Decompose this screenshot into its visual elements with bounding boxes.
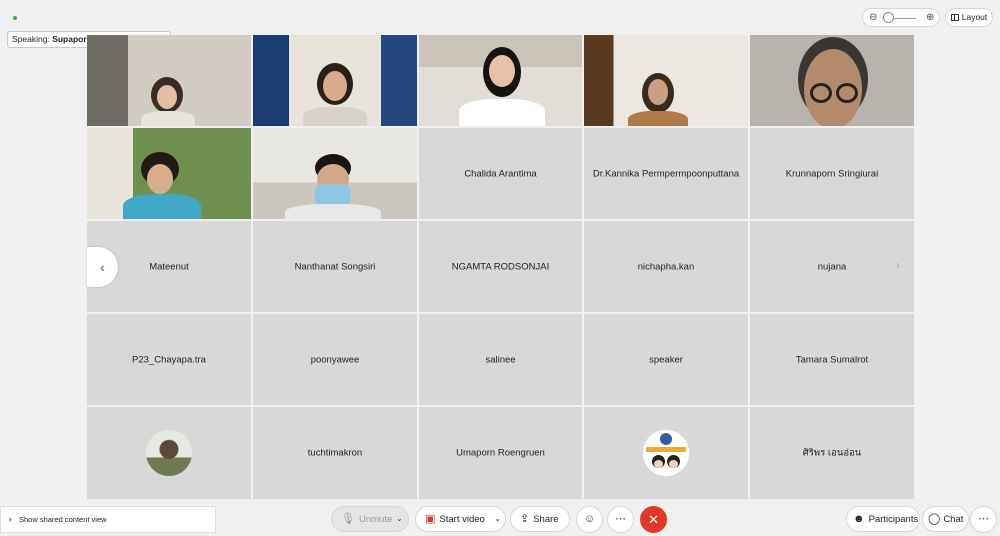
connection-status-dot [13, 16, 17, 20]
participant-video [87, 128, 251, 219]
participant-tile[interactable]: poonyawee [253, 314, 417, 405]
participant-video [87, 35, 251, 126]
participant-name: P23_Chayapa.tra [132, 354, 206, 365]
share-label: Share [533, 514, 559, 525]
participant-name: tuchtimakron [307, 447, 363, 459]
participant-tile[interactable]: tuchtimakron [253, 407, 417, 499]
participant-name: Chalida Arantima [464, 168, 537, 179]
video-tile[interactable] [584, 35, 748, 126]
reactions-icon[interactable]: ☺ [576, 506, 603, 533]
participant-video [253, 128, 417, 219]
share-button[interactable]: ⇪ Share [510, 506, 570, 532]
chevron-right-icon: › [8, 514, 12, 524]
participant-name: nichapha.kan [637, 261, 695, 272]
video-tile[interactable] [87, 128, 251, 219]
leave-icon[interactable]: ✕ [640, 506, 667, 533]
video-tile[interactable] [253, 128, 417, 219]
participant-avatar [146, 430, 192, 476]
participants-button[interactable]: ☻ Participants [846, 506, 920, 532]
participant-tile[interactable]: P23_Chayapa.tra [87, 314, 251, 405]
participant-tile[interactable]: NGAMTA RODSONJAI [419, 221, 582, 312]
zoom-out-icon[interactable]: ⊖ [869, 12, 877, 24]
chevron-right-icon[interactable]: › [896, 258, 900, 272]
participant-video [584, 35, 748, 126]
unmute-button[interactable]: 🎙︎ Unmute ⌄ [331, 506, 409, 532]
layout-button[interactable]: Layout [945, 8, 993, 27]
participant-name: speaker [649, 354, 683, 365]
mic-off-icon: 🎙︎ [341, 513, 355, 525]
participant-tile[interactable]: Nanthanat Songsiri [253, 221, 417, 312]
participant-name: Dr.Kannika Permpermpoonputtana [592, 168, 740, 179]
layout-label: Layout [961, 12, 988, 22]
more-icon[interactable]: ⋯ [970, 506, 997, 533]
zoom-knob[interactable] [883, 12, 894, 23]
participant-tile[interactable]: Krunnaporn Sringiurai [750, 128, 914, 219]
participant-name: Umaporn Roengruen [456, 447, 545, 459]
shared-view-label: Show shared content view [19, 515, 107, 524]
participant-tile[interactable]: speaker [584, 314, 748, 405]
participant-tile[interactable]: salinee [419, 314, 582, 405]
participant-video [419, 35, 582, 126]
start-video-label: Start video [439, 514, 485, 525]
chevron-down-icon[interactable]: ⌄ [393, 507, 406, 531]
video-tile[interactable] [750, 35, 914, 126]
participant-name: poonyawee [310, 354, 360, 365]
zoom-in-icon[interactable]: ⊕ [926, 12, 934, 24]
participants-label: Participants [868, 514, 919, 525]
participant-tile[interactable]: Umaporn Roengruen [419, 407, 582, 499]
participant-video [750, 35, 914, 126]
participant-tile[interactable]: Chalida Arantima [419, 128, 582, 219]
participant-tile[interactable]: nichapha.kan [584, 221, 748, 312]
participants-icon: ☻ [853, 513, 865, 525]
participant-tile[interactable] [87, 407, 251, 499]
participant-name: nujana [817, 261, 847, 272]
participant-name: ศิริพร เอนอ่อน [802, 447, 862, 459]
video-tile[interactable] [87, 35, 251, 126]
layout-icon [950, 14, 959, 21]
participant-video [253, 35, 417, 126]
chat-button[interactable]: ◯ Chat [922, 506, 969, 532]
participant-name: Nanthanat Songsiri [294, 261, 376, 272]
participant-grid: Chalida Arantima Dr.Kannika Permpermpoon… [87, 35, 914, 499]
participant-tile[interactable] [584, 407, 748, 499]
speaking-prefix: Speaking: [12, 34, 50, 44]
chat-label: Chat [943, 514, 964, 525]
video-off-icon: ▣ [425, 513, 436, 525]
participant-tile[interactable]: ศิริพร เอนอ่อน [750, 407, 914, 499]
video-tile[interactable] [419, 35, 582, 126]
zoom-slider[interactable]: ⊖ ⊕ [862, 8, 940, 27]
participant-tile[interactable]: nujana [750, 221, 914, 312]
show-shared-content-button[interactable]: › Show shared content view [0, 506, 216, 533]
participant-name: Tamara Sumalrot [795, 354, 869, 365]
participant-tile[interactable]: Dr.Kannika Permpermpoonputtana [584, 128, 748, 219]
unmute-label: Unmute [358, 514, 393, 525]
participant-name: salinee [485, 354, 516, 365]
share-icon: ⇪ [520, 513, 530, 525]
start-video-button[interactable]: ▣ Start video ⌄ [415, 506, 506, 532]
chevron-down-icon[interactable]: ⌄ [494, 507, 501, 531]
more-icon[interactable]: ⋯ [607, 506, 634, 533]
video-tile[interactable] [253, 35, 417, 126]
participant-tile[interactable]: Tamara Sumalrot [750, 314, 914, 405]
participant-avatar [642, 429, 690, 477]
chat-icon: ◯ [928, 513, 941, 525]
participant-name: NGAMTA RODSONJAI [451, 261, 550, 272]
participant-name: Krunnaporn Sringiurai [785, 168, 879, 179]
